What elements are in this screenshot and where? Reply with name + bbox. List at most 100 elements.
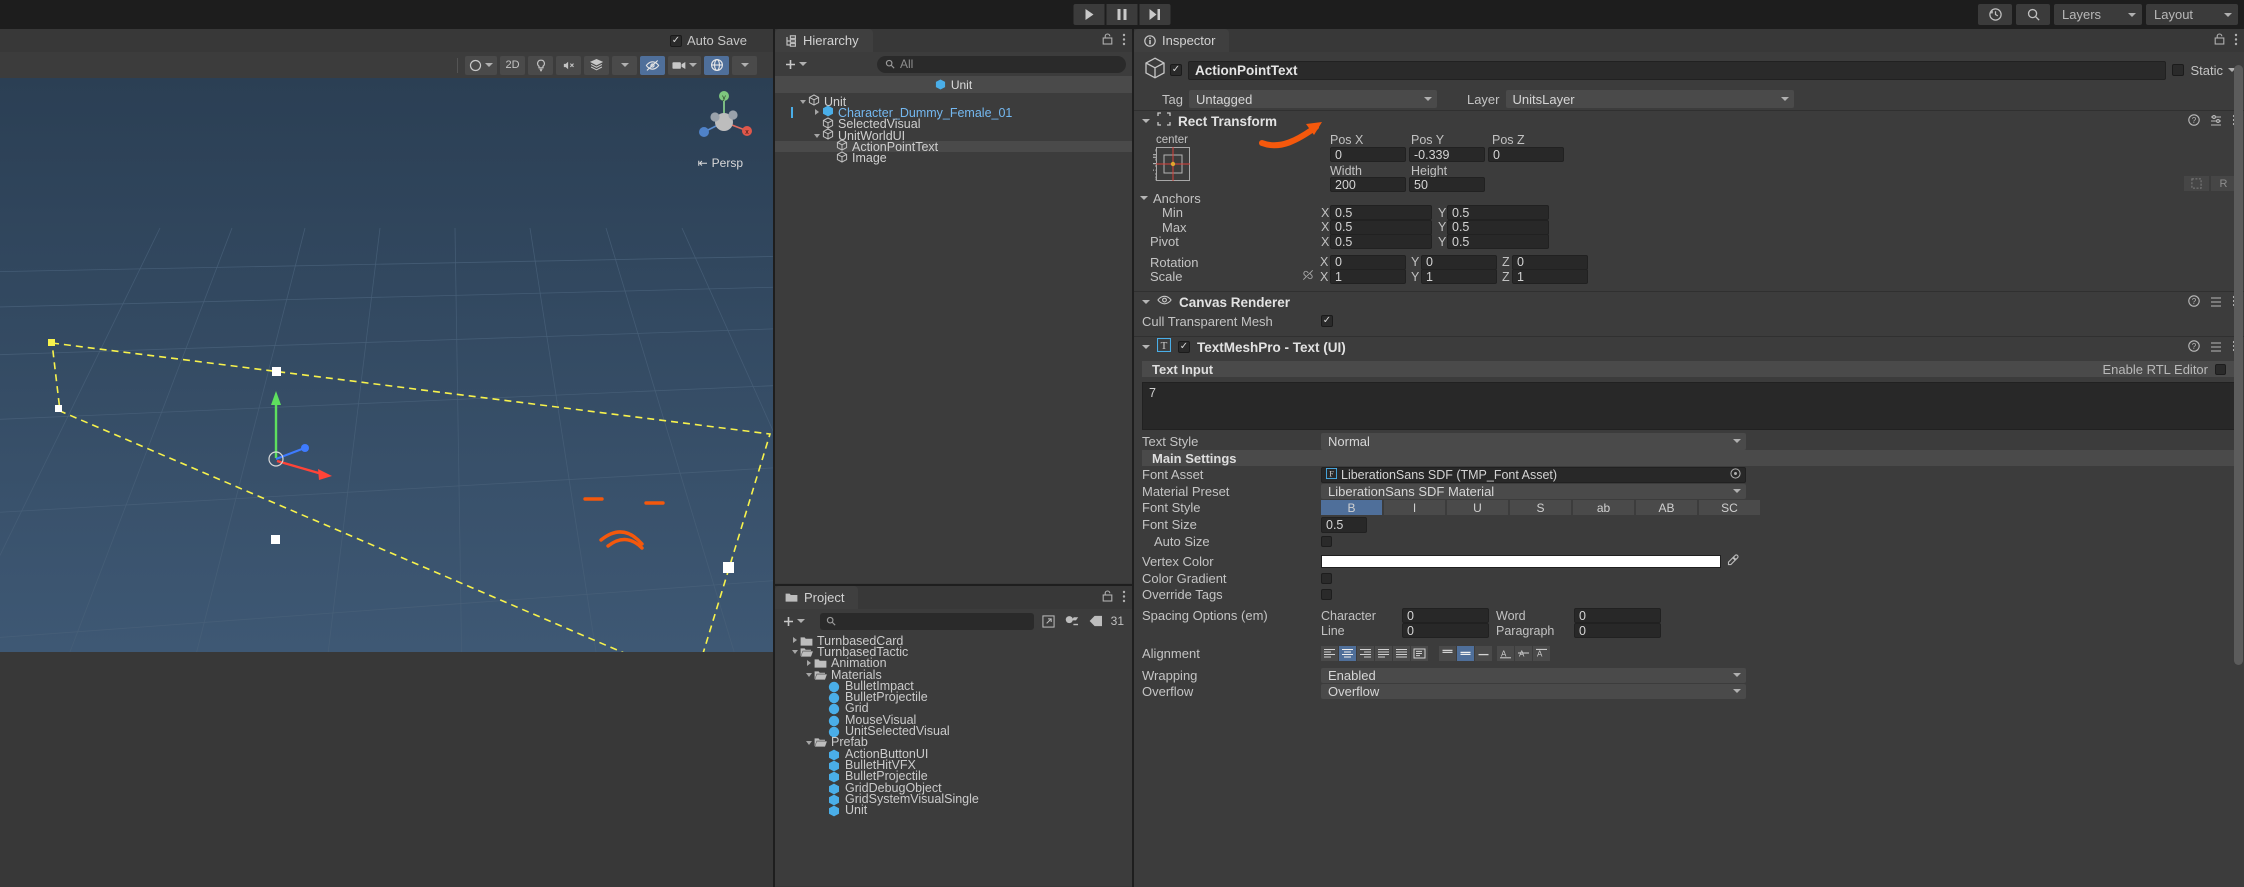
effects-dropdown[interactable]	[612, 55, 637, 75]
anchor-preset-widget[interactable]	[1156, 147, 1190, 186]
static-checkbox[interactable]	[2172, 64, 2185, 76]
height-field[interactable]: 50	[1409, 177, 1485, 192]
gameobject-name-input[interactable]: ActionPointText	[1188, 60, 2167, 80]
visibility-off-icon[interactable]	[640, 55, 665, 75]
anchors-foldout[interactable]: Anchors	[1134, 191, 2244, 206]
step-button[interactable]	[1139, 4, 1171, 25]
spacing-character-field[interactable]: 0	[1402, 608, 1489, 623]
project-item-turnbasedtactic[interactable]: TurnbasedTactic	[775, 645, 1132, 659]
foldout-arrow-icon[interactable]	[803, 670, 814, 679]
filter-type-icon[interactable]	[1063, 612, 1082, 631]
rtl-editor-toggle[interactable]: Enable RTL Editor	[2102, 362, 2226, 377]
rotation-z-field[interactable]: 0	[1512, 254, 1588, 270]
override-tags-checkbox[interactable]	[1321, 588, 1332, 600]
project-search-input[interactable]	[820, 612, 1034, 630]
kebab-menu-icon[interactable]	[1122, 590, 1126, 606]
foldout-arrow-icon[interactable]	[1142, 345, 1150, 349]
lock-icon[interactable]	[2214, 33, 2225, 48]
cull-transparent-mesh-checkbox[interactable]: ✓	[1321, 315, 1333, 327]
project-item-mousevisual[interactable]: MouseVisual	[775, 713, 1132, 727]
shading-mode-button[interactable]	[465, 55, 497, 75]
gameobject-enabled-checkbox[interactable]: ✓	[1170, 64, 1182, 76]
anchor-max-y-field[interactable]: 0.5	[1447, 219, 1549, 235]
component-header-tmp-text[interactable]: T ✓ TextMeshPro - Text (UI) ?	[1134, 336, 2244, 357]
history-icon[interactable]	[1978, 4, 2012, 25]
lock-icon[interactable]	[1102, 33, 1113, 48]
project-item-materials[interactable]: Materials	[775, 668, 1132, 682]
project-item-actionbuttonui[interactable]: ActionButtonUI	[775, 747, 1132, 761]
font-style-sc-button[interactable]: SC	[1699, 500, 1760, 515]
foldout-arrow-icon[interactable]	[803, 738, 814, 747]
inspector-scrollbar[interactable]	[2234, 65, 2243, 665]
toggle-2d-button[interactable]: 2D	[500, 55, 525, 75]
font-size-field[interactable]: 0.5	[1321, 516, 1367, 533]
hierarchy-search-input[interactable]: All	[877, 55, 1126, 73]
pos-x-field[interactable]: 0	[1330, 147, 1406, 162]
pos-z-field[interactable]: 0	[1488, 147, 1564, 162]
project-item-grid[interactable]: Grid	[775, 701, 1132, 715]
align-justify-icon[interactable]	[1375, 645, 1392, 661]
layout-dropdown[interactable]: Layout	[2146, 4, 2238, 25]
help-icon[interactable]: ?	[2188, 339, 2200, 355]
layer-dropdown[interactable]: UnitsLayer	[1505, 90, 1794, 108]
lighting-icon[interactable]	[528, 55, 553, 75]
spacing-paragraph-field[interactable]: 0	[1574, 623, 1661, 638]
rotation-x-field[interactable]: 0	[1330, 254, 1406, 270]
align-capline-icon[interactable]: A	[1533, 645, 1550, 661]
project-item-bulletimpact[interactable]: BulletImpact	[775, 679, 1132, 693]
foldout-arrow-icon[interactable]	[1142, 119, 1150, 123]
eyedropper-icon[interactable]	[1727, 554, 1739, 569]
font-style-i-button[interactable]: I	[1384, 500, 1445, 515]
hierarchy-item-image[interactable]: Image	[775, 151, 1132, 165]
pause-button[interactable]	[1106, 4, 1138, 25]
expand-icon[interactable]	[1039, 612, 1058, 631]
project-item-unit[interactable]: Unit	[775, 803, 1132, 817]
tab-inspector[interactable]: Inspector	[1134, 29, 1230, 52]
tmp-enabled-checkbox[interactable]: ✓	[1178, 341, 1190, 353]
help-icon[interactable]: ?	[2188, 294, 2200, 310]
align-top-icon[interactable]	[1439, 645, 1456, 661]
font-style-u-button[interactable]: U	[1447, 500, 1508, 515]
object-picker-icon[interactable]	[1730, 467, 1741, 482]
hierarchy-tree[interactable]: Unit Character_Dummy_Female_01 SelectedVis…	[775, 93, 1132, 583]
gizmos-dropdown[interactable]	[732, 55, 757, 75]
preset-icon[interactable]	[2210, 114, 2222, 129]
pivot-x-field[interactable]: 0.5	[1330, 234, 1432, 250]
align-flush-icon[interactable]	[1393, 645, 1410, 661]
font-style-b-button[interactable]: B	[1321, 500, 1382, 515]
foldout-arrow-icon[interactable]	[811, 108, 822, 117]
layers-dropdown[interactable]: Layers	[2054, 4, 2142, 25]
preset-icon[interactable]	[2210, 340, 2222, 355]
scale-x-field[interactable]: 1	[1330, 269, 1406, 285]
foldout-arrow-icon[interactable]	[1142, 300, 1150, 304]
material-preset-dropdown[interactable]: LiberationSans SDF Material	[1321, 483, 1746, 499]
anchor-min-x-field[interactable]: 0.5	[1330, 205, 1432, 221]
pos-y-field[interactable]: -0.339	[1409, 147, 1485, 162]
tmp-text-input[interactable]: 7	[1142, 382, 2236, 430]
audio-mute-icon[interactable]	[556, 55, 581, 75]
align-center-icon[interactable]	[1339, 645, 1356, 661]
spacing-word-field[interactable]: 0	[1574, 608, 1661, 623]
component-header-canvas-renderer[interactable]: Canvas Renderer ?	[1134, 291, 2244, 312]
tag-dropdown[interactable]: Untagged	[1188, 90, 1437, 108]
foldout-arrow-icon[interactable]	[789, 647, 800, 656]
add-gameobject-button[interactable]	[781, 59, 811, 70]
preset-icon[interactable]	[2210, 295, 2222, 310]
align-left-icon[interactable]	[1321, 645, 1338, 661]
project-item-bullethitvfx[interactable]: BulletHitVFX	[775, 758, 1132, 772]
lock-icon[interactable]	[1102, 590, 1113, 605]
hierarchy-item-unitworldui[interactable]: UnitWorldUI	[775, 128, 1132, 143]
auto-save-toggle[interactable]: ✓ Auto Save	[670, 33, 747, 48]
foldout-arrow-icon[interactable]	[803, 659, 814, 668]
spacing-line-field[interactable]: 0	[1402, 623, 1489, 638]
project-item-unitselectedvisual[interactable]: UnitSelectedVisual	[775, 724, 1132, 738]
play-button[interactable]	[1073, 4, 1105, 25]
foldout-arrow-icon[interactable]	[811, 131, 822, 140]
align-right-icon[interactable]	[1357, 645, 1374, 661]
anchor-max-x-field[interactable]: 0.5	[1330, 219, 1432, 235]
scale-y-field[interactable]: 1	[1421, 269, 1497, 285]
filter-label-icon[interactable]	[1087, 612, 1106, 631]
color-gradient-checkbox[interactable]	[1321, 572, 1332, 584]
rtl-editor-checkbox[interactable]	[2215, 363, 2226, 375]
pivot-y-field[interactable]: 0.5	[1447, 234, 1549, 250]
